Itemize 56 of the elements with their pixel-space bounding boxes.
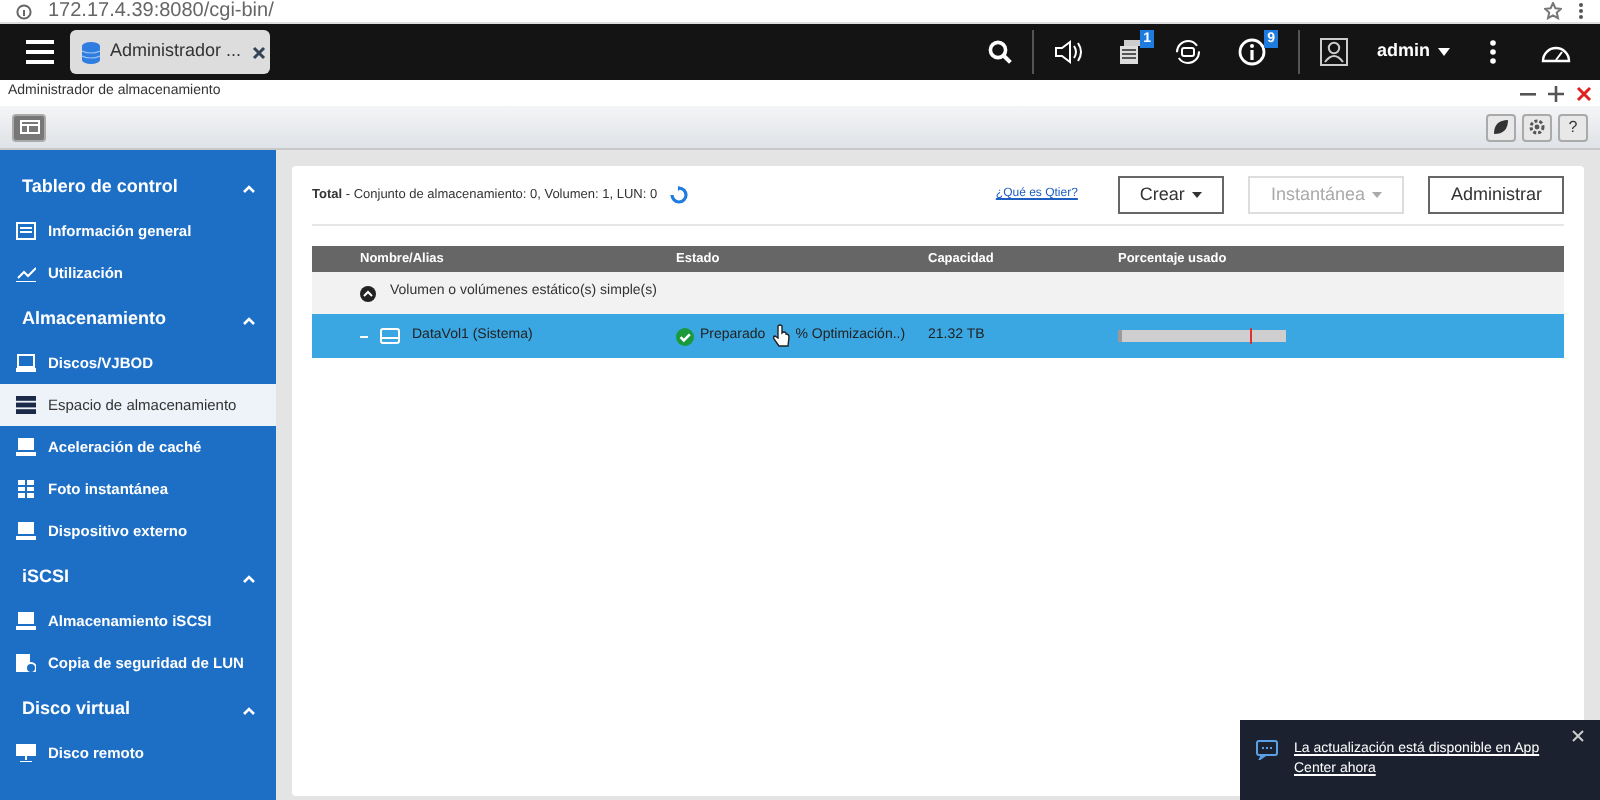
settings-icon (1528, 118, 1546, 136)
document-icon (16, 654, 36, 672)
caret-icon (1192, 192, 1203, 198)
monitor-icon (16, 744, 36, 762)
close-icon[interactable] (1576, 85, 1592, 101)
stacked-pages-icon[interactable] (1118, 38, 1143, 66)
grid-icon (16, 480, 36, 498)
more-icon[interactable] (1490, 40, 1496, 64)
section-heading[interactable]: Almacenamiento (22, 306, 167, 334)
settings-button[interactable] (1522, 113, 1552, 141)
section-heading[interactable]: Disco virtual (22, 696, 131, 724)
action-button[interactable]: Administrar (1428, 176, 1564, 214)
drive-icon (16, 612, 36, 630)
drive-icon (16, 438, 36, 456)
menu-icon[interactable] (26, 40, 54, 64)
panel-icon (16, 222, 36, 240)
section-heading[interactable]: iSCSI (22, 564, 70, 592)
app-tab[interactable]: Administrador ... (70, 30, 270, 74)
section-heading[interactable]: Tablero de control (22, 174, 178, 202)
panel-icon (19, 120, 39, 134)
chevron-up-icon[interactable] (242, 705, 256, 715)
collapse-icon[interactable] (360, 285, 376, 301)
drive-icon (380, 328, 400, 344)
url-text[interactable]: 172.17.4.39:8080/cgi-bin/ (48, 0, 274, 22)
help-button[interactable]: ? (1558, 113, 1588, 141)
user-icon[interactable] (1320, 38, 1349, 66)
chart-icon (16, 264, 36, 282)
maximize-icon[interactable] (1548, 85, 1564, 101)
sidebar-toggle-button[interactable] (12, 113, 46, 141)
sync-icon[interactable] (1174, 38, 1203, 66)
info-icon[interactable] (1238, 38, 1267, 66)
message-icon (1256, 740, 1278, 760)
list-icon (16, 396, 36, 414)
tree-connector (360, 335, 368, 337)
database-icon (82, 41, 100, 63)
leaf-icon (1492, 118, 1510, 136)
laptop-icon (16, 354, 36, 372)
chevron-up-icon[interactable] (242, 315, 256, 325)
star-icon[interactable] (1544, 2, 1562, 20)
chevron-up-icon[interactable] (242, 183, 256, 193)
menu-icon[interactable] (1578, 2, 1584, 20)
search-icon[interactable] (988, 40, 1013, 64)
chevron-up-icon[interactable] (242, 573, 256, 583)
close-icon[interactable] (251, 45, 266, 59)
info-icon (16, 3, 32, 19)
tier-button[interactable] (1486, 113, 1516, 141)
action-button[interactable]: Crear (1117, 176, 1225, 214)
caret-icon (1372, 192, 1383, 198)
caret-icon (1438, 48, 1450, 56)
drive-icon (16, 522, 36, 540)
check-icon (676, 327, 694, 345)
refresh-icon[interactable] (669, 186, 688, 204)
hand-cursor-icon (771, 324, 790, 348)
speaker-icon[interactable] (1054, 40, 1087, 64)
threshold-marker (1249, 328, 1252, 344)
user-menu[interactable]: admin (1376, 38, 1430, 66)
